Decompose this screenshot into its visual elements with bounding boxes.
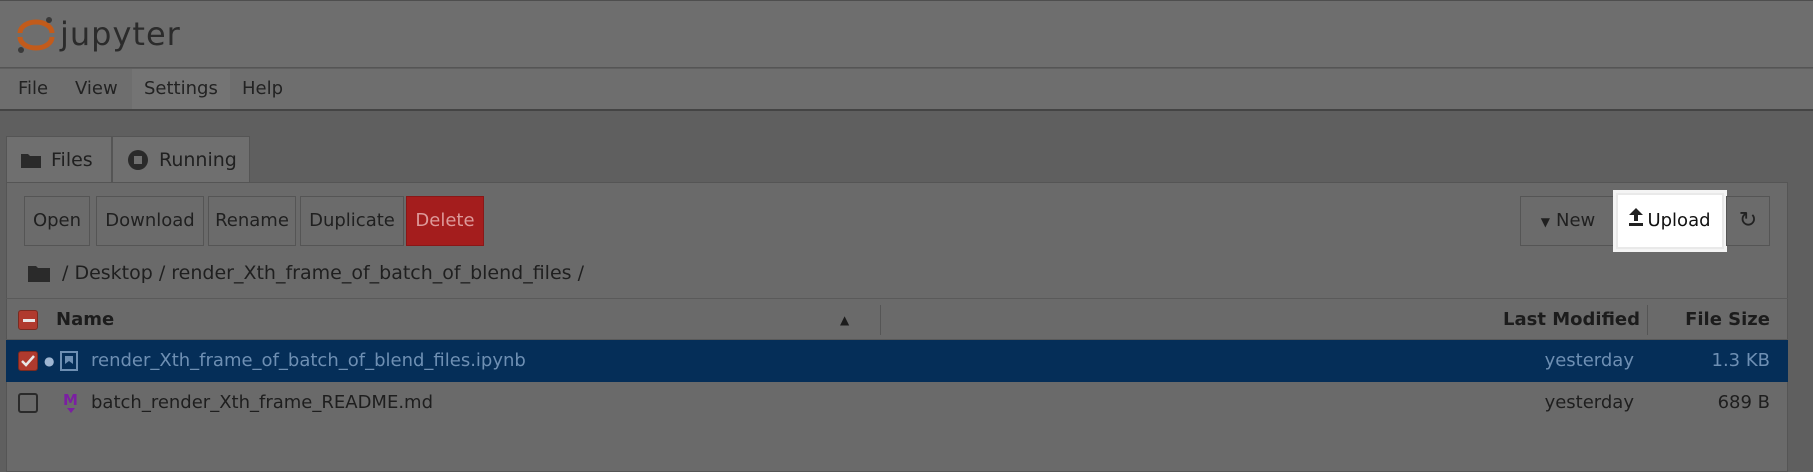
tab-running-label: Running — [159, 148, 237, 171]
refresh-icon: ↻ — [1738, 208, 1758, 233]
table-row[interactable]: ● render_Xth_frame_of_batch_of_blend_fil… — [6, 340, 1788, 382]
column-last-modified[interactable]: Last Modified — [1503, 299, 1640, 341]
column-divider — [880, 305, 881, 335]
row-checkbox[interactable] — [18, 393, 38, 413]
download-button[interactable]: Download — [96, 196, 204, 246]
rename-button[interactable]: Rename — [208, 196, 296, 246]
delete-button[interactable]: Delete — [406, 196, 484, 246]
file-modified: yesterday — [1544, 350, 1634, 371]
upload-button[interactable]: Upload — [1616, 193, 1724, 249]
sort-ascending-icon[interactable]: ▲ — [840, 299, 849, 341]
row-checkbox[interactable] — [18, 351, 38, 371]
menu-settings[interactable]: Settings — [132, 69, 230, 109]
upload-button-label: Upload — [1647, 210, 1711, 231]
file-size: 1.3 KB — [1711, 350, 1771, 371]
refresh-button[interactable]: ↻ — [1726, 196, 1770, 246]
svg-text:M: M — [63, 391, 78, 409]
jupyter-logo-icon — [17, 17, 55, 53]
new-button-label: New — [1555, 210, 1596, 231]
caret-down-icon: ▼ — [1540, 215, 1550, 229]
duplicate-button[interactable]: Duplicate — [300, 196, 404, 246]
running-dot-icon: ● — [44, 354, 55, 368]
column-file-size[interactable]: File Size — [1685, 299, 1770, 341]
file-list-header: Name ▲ Last Modified File Size — [6, 298, 1788, 340]
column-name[interactable]: Name — [56, 299, 114, 341]
markdown-icon: M — [62, 391, 80, 420]
menu-help[interactable]: Help — [230, 69, 295, 109]
tab-files[interactable]: Files — [6, 136, 112, 182]
menu-file[interactable]: File — [6, 69, 60, 109]
tab-running[interactable]: Running — [112, 136, 250, 182]
folder-icon[interactable] — [28, 264, 50, 282]
menu-view[interactable]: View — [63, 69, 130, 109]
breadcrumb-path[interactable]: / Desktop / render_Xth_frame_of_batch_of… — [62, 258, 584, 288]
file-size: 689 B — [1717, 392, 1770, 413]
upload-icon — [1629, 195, 1644, 247]
stop-circle-icon — [127, 149, 149, 171]
file-name[interactable]: batch_render_Xth_frame_README.md — [91, 382, 433, 424]
folder-icon — [21, 152, 41, 168]
notebook-icon — [60, 351, 78, 376]
tab-files-label: Files — [51, 148, 93, 171]
new-button[interactable]: ▼ New — [1520, 196, 1616, 246]
breadcrumb: / Desktop / render_Xth_frame_of_batch_of… — [28, 258, 584, 288]
open-button[interactable]: Open — [24, 196, 90, 246]
column-divider — [1647, 305, 1648, 335]
file-name[interactable]: render_Xth_frame_of_batch_of_blend_files… — [91, 340, 526, 382]
table-row[interactable]: M batch_render_Xth_frame_README.md yeste… — [6, 382, 1788, 424]
file-modified: yesterday — [1544, 392, 1634, 413]
top-bar: jupyter — [0, 0, 1813, 68]
logo-text: jupyter — [60, 15, 181, 53]
menu-bar: File View Settings Help — [0, 69, 1813, 111]
select-all-checkbox[interactable] — [18, 310, 38, 330]
